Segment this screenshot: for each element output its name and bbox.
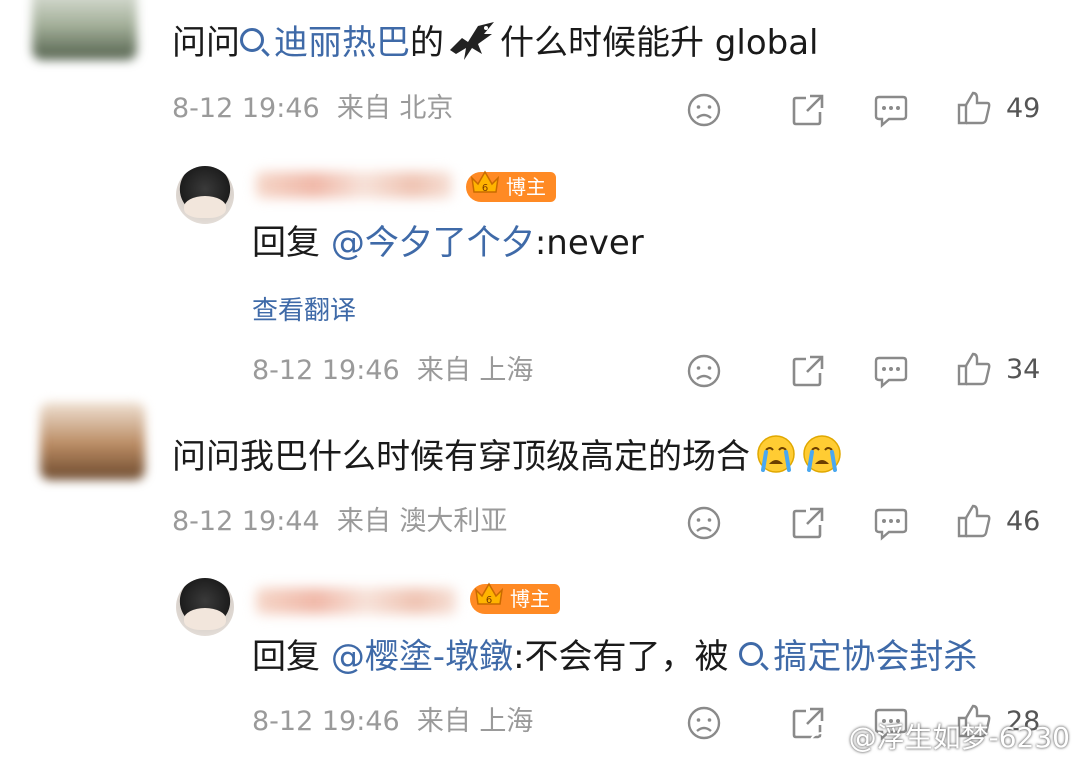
like-count: 34 xyxy=(1006,354,1041,385)
share-icon[interactable] xyxy=(790,92,826,128)
comment-location: 来自 北京 xyxy=(336,93,454,124)
reply-mid: :不会有了，被 xyxy=(513,637,729,677)
like-count: 49 xyxy=(1006,93,1041,124)
share-icon[interactable] xyxy=(790,353,826,389)
avatar[interactable] xyxy=(176,578,234,636)
comment-location: 来自 澳大利亚 xyxy=(336,506,508,537)
mention-link[interactable]: @樱塗-墩鐓 xyxy=(331,637,513,677)
avatar[interactable] xyxy=(32,0,137,60)
topic-link[interactable]: 迪丽热巴 xyxy=(240,23,410,63)
username[interactable] xyxy=(256,588,456,614)
comment-text: 问问我巴什么时候有穿顶级高定的场合 xyxy=(172,434,842,478)
crying-emoji xyxy=(757,435,795,473)
comment-icon[interactable] xyxy=(873,353,909,389)
comment-meta: 8-12 19:46 来自 上海 xyxy=(252,354,533,388)
comment-location: 来自 上海 xyxy=(416,355,534,386)
topic-label: 迪丽热巴 xyxy=(274,23,410,63)
crown-icon: 6 xyxy=(474,582,504,606)
topic-label: 搞定协会封杀 xyxy=(773,637,978,677)
reply-prefix: 回复 xyxy=(252,637,320,677)
dislike-icon[interactable] xyxy=(686,505,722,541)
reply-text: 回复 @樱塗-墩鐓:不会有了，被 搞定协会封杀 xyxy=(252,636,977,678)
like-icon[interactable] xyxy=(956,351,992,387)
like-icon[interactable] xyxy=(956,503,992,539)
comment-time: 8-12 19:44 xyxy=(172,506,320,537)
comment-time: 8-12 19:46 xyxy=(252,706,400,737)
topic-link[interactable]: 搞定协会封杀 xyxy=(739,637,977,677)
reply-prefix: 回复 xyxy=(252,223,320,263)
comment-text-prefix: 问问 xyxy=(172,23,240,63)
username[interactable] xyxy=(256,172,452,198)
dislike-icon[interactable] xyxy=(686,92,722,128)
reply-suffix: :never xyxy=(534,223,644,263)
dislike-icon[interactable] xyxy=(686,353,722,389)
comment-text: 问问 迪丽热巴的 什么时候能升 global xyxy=(172,20,819,64)
comment-location: 来自 上海 xyxy=(416,706,534,737)
comment-text-mid: 的 xyxy=(410,23,444,63)
crying-emoji xyxy=(803,435,841,473)
comment-icon[interactable] xyxy=(873,505,909,541)
comment-meta: 8-12 19:46 来自 上海 xyxy=(252,705,533,739)
reply-text: 回复 @今夕了个夕:never xyxy=(252,222,644,264)
like-icon[interactable] xyxy=(956,90,992,126)
avatar[interactable] xyxy=(176,166,234,224)
share-icon[interactable] xyxy=(790,505,826,541)
comment-time: 8-12 19:46 xyxy=(172,93,320,124)
crown-icon: 6 xyxy=(470,170,500,194)
comment-icon[interactable] xyxy=(873,92,909,128)
comment-text-suffix: 什么时候能升 global xyxy=(500,23,819,63)
comment-body: 问问我巴什么时候有穿顶级高定的场合 xyxy=(172,437,750,477)
comment-meta: 8-12 19:46 来自 北京 xyxy=(172,92,453,126)
weibo-logo-icon xyxy=(809,728,838,750)
watermark: @浮生如梦-6230 xyxy=(809,716,1070,756)
like-count: 46 xyxy=(1006,506,1041,537)
watermark-text: @浮生如梦-6230 xyxy=(848,721,1070,754)
badge-label: 博主 xyxy=(510,587,550,611)
comment-time: 8-12 19:46 xyxy=(252,355,400,386)
svg-text:6: 6 xyxy=(486,595,492,606)
author-badge: 6 博主 xyxy=(470,582,560,614)
dislike-icon[interactable] xyxy=(686,705,722,741)
mention-link[interactable]: @今夕了个夕 xyxy=(331,223,535,263)
topic-search-icon xyxy=(240,28,264,52)
comment-meta: 8-12 19:44 来自 澳大利亚 xyxy=(172,505,507,539)
avatar[interactable] xyxy=(40,402,145,480)
topic-search-icon xyxy=(739,642,764,666)
svg-text:6: 6 xyxy=(482,183,488,194)
author-badge: 6 博主 xyxy=(466,170,556,202)
badge-label: 博主 xyxy=(506,175,546,199)
translate-link[interactable]: 查看翻译 xyxy=(252,290,356,327)
eagle-emoji xyxy=(450,22,494,60)
